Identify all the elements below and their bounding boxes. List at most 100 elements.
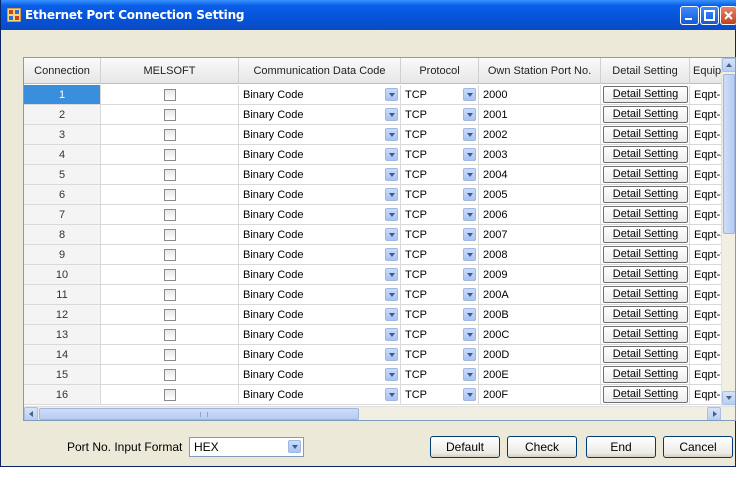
scroll-down-button[interactable] bbox=[722, 391, 735, 405]
detail-setting-button[interactable]: Detail Setting bbox=[603, 386, 688, 403]
chevron-down-icon[interactable] bbox=[288, 440, 301, 453]
data-code-select[interactable]: Binary Code bbox=[239, 165, 401, 185]
chevron-down-icon[interactable] bbox=[463, 368, 476, 381]
chevron-down-icon[interactable] bbox=[463, 108, 476, 121]
scroll-right-button[interactable] bbox=[707, 407, 721, 420]
data-code-select[interactable]: Binary Code bbox=[239, 245, 401, 265]
header-melsoft[interactable]: MELSOFT bbox=[101, 58, 239, 84]
port-number-cell[interactable]: 2009 bbox=[479, 265, 601, 285]
protocol-select[interactable]: TCP bbox=[401, 325, 479, 345]
melsoft-checkbox[interactable] bbox=[163, 349, 176, 361]
port-number-cell[interactable]: 2005 bbox=[479, 185, 601, 205]
data-code-select[interactable]: Binary Code bbox=[239, 365, 401, 385]
data-code-select[interactable]: Binary Code bbox=[239, 185, 401, 205]
chevron-down-icon[interactable] bbox=[463, 308, 476, 321]
chevron-down-icon[interactable] bbox=[385, 268, 398, 281]
check-button[interactable]: Check bbox=[507, 436, 577, 458]
horizontal-scrollbar[interactable] bbox=[24, 406, 735, 420]
chevron-down-icon[interactable] bbox=[385, 208, 398, 221]
protocol-select[interactable]: TCP bbox=[401, 285, 479, 305]
default-button[interactable]: Default bbox=[430, 436, 500, 458]
port-number-cell[interactable]: 200D bbox=[479, 345, 601, 365]
table-row[interactable]: 11 Binary Code TCP 200A Detail Setting Eqpt-1… bbox=[24, 285, 735, 305]
protocol-select[interactable]: TCP bbox=[401, 145, 479, 165]
port-number-cell[interactable]: 200A bbox=[479, 285, 601, 305]
table-row[interactable]: 10 Binary Code TCP 2009 Detail Setting Eqpt-1… bbox=[24, 265, 735, 285]
melsoft-checkbox[interactable] bbox=[163, 329, 176, 341]
detail-setting-button[interactable]: Detail Setting bbox=[603, 286, 688, 303]
table-row[interactable]: 13 Binary Code TCP 200C Detail Setting Eqpt-1… bbox=[24, 325, 735, 345]
connection-number[interactable]: 1 bbox=[24, 85, 101, 105]
port-number-cell[interactable]: 200C bbox=[479, 325, 601, 345]
detail-setting-button[interactable]: Detail Setting bbox=[603, 126, 688, 143]
connection-number[interactable]: 12 bbox=[24, 305, 101, 325]
maximize-button[interactable] bbox=[700, 6, 719, 25]
port-format-select[interactable]: HEX bbox=[189, 437, 304, 457]
port-number-cell[interactable]: 2000 bbox=[479, 85, 601, 105]
melsoft-checkbox[interactable] bbox=[163, 89, 176, 101]
table-row[interactable]: 4 Binary Code TCP 2003 Detail Setting Eqpt-4 bbox=[24, 145, 735, 165]
data-code-select[interactable]: Binary Code bbox=[239, 265, 401, 285]
table-row[interactable]: 9 Binary Code TCP 2008 Detail Setting Eqpt-9 bbox=[24, 245, 735, 265]
table-row[interactable]: 14 Binary Code TCP 200D Detail Setting Eqpt-1… bbox=[24, 345, 735, 365]
data-code-select[interactable]: Binary Code bbox=[239, 345, 401, 365]
melsoft-checkbox[interactable] bbox=[163, 129, 176, 141]
detail-setting-button[interactable]: Detail Setting bbox=[603, 326, 688, 343]
detail-setting-button[interactable]: Detail Setting bbox=[603, 246, 688, 263]
protocol-select[interactable]: TCP bbox=[401, 225, 479, 245]
detail-setting-button[interactable]: Detail Setting bbox=[603, 346, 688, 363]
chevron-down-icon[interactable] bbox=[385, 308, 398, 321]
protocol-select[interactable]: TCP bbox=[401, 125, 479, 145]
connection-number[interactable]: 6 bbox=[24, 185, 101, 205]
data-code-select[interactable]: Binary Code bbox=[239, 105, 401, 125]
chevron-down-icon[interactable] bbox=[385, 88, 398, 101]
chevron-down-icon[interactable] bbox=[463, 388, 476, 401]
chevron-down-icon[interactable] bbox=[385, 348, 398, 361]
melsoft-checkbox[interactable] bbox=[163, 229, 176, 241]
port-number-cell[interactable]: 2004 bbox=[479, 165, 601, 185]
detail-setting-button[interactable]: Detail Setting bbox=[603, 226, 688, 243]
port-number-cell[interactable]: 2002 bbox=[479, 125, 601, 145]
connection-number[interactable]: 11 bbox=[24, 285, 101, 305]
connection-number[interactable]: 14 bbox=[24, 345, 101, 365]
chevron-down-icon[interactable] bbox=[385, 148, 398, 161]
melsoft-checkbox[interactable] bbox=[163, 289, 176, 301]
protocol-select[interactable]: TCP bbox=[401, 245, 479, 265]
connection-number[interactable]: 10 bbox=[24, 265, 101, 285]
connection-number[interactable]: 3 bbox=[24, 125, 101, 145]
connection-number[interactable]: 4 bbox=[24, 145, 101, 165]
melsoft-checkbox[interactable] bbox=[163, 109, 176, 121]
chevron-down-icon[interactable] bbox=[463, 148, 476, 161]
protocol-select[interactable]: TCP bbox=[401, 365, 479, 385]
chevron-down-icon[interactable] bbox=[463, 228, 476, 241]
protocol-select[interactable]: TCP bbox=[401, 205, 479, 225]
melsoft-checkbox[interactable] bbox=[163, 169, 176, 181]
chevron-down-icon[interactable] bbox=[463, 268, 476, 281]
protocol-select[interactable]: TCP bbox=[401, 185, 479, 205]
protocol-select[interactable]: TCP bbox=[401, 105, 479, 125]
detail-setting-button[interactable]: Detail Setting bbox=[603, 86, 688, 103]
chevron-down-icon[interactable] bbox=[463, 128, 476, 141]
port-number-cell[interactable]: 200B bbox=[479, 305, 601, 325]
chevron-down-icon[interactable] bbox=[463, 188, 476, 201]
chevron-down-icon[interactable] bbox=[385, 328, 398, 341]
chevron-down-icon[interactable] bbox=[463, 328, 476, 341]
header-own-station-port[interactable]: Own Station Port No. bbox=[479, 58, 601, 84]
title-bar[interactable]: Ethernet Port Connection Setting bbox=[1, 0, 736, 30]
table-row[interactable]: 3 Binary Code TCP 2002 Detail Setting Eqpt-3 bbox=[24, 125, 735, 145]
detail-setting-button[interactable]: Detail Setting bbox=[603, 206, 688, 223]
connection-number[interactable]: 15 bbox=[24, 365, 101, 385]
melsoft-checkbox[interactable] bbox=[163, 189, 176, 201]
table-row[interactable]: 7 Binary Code TCP 2006 Detail Setting Eqpt-7 bbox=[24, 205, 735, 225]
end-button[interactable]: End bbox=[586, 436, 656, 458]
melsoft-checkbox[interactable] bbox=[163, 269, 176, 281]
protocol-select[interactable]: TCP bbox=[401, 305, 479, 325]
port-number-cell[interactable]: 2007 bbox=[479, 225, 601, 245]
chevron-down-icon[interactable] bbox=[385, 128, 398, 141]
cancel-button[interactable]: Cancel bbox=[663, 436, 733, 458]
connection-number[interactable]: 7 bbox=[24, 205, 101, 225]
table-row[interactable]: 5 Binary Code TCP 2004 Detail Setting Eqpt-5 bbox=[24, 165, 735, 185]
data-code-select[interactable]: Binary Code bbox=[239, 285, 401, 305]
data-code-select[interactable]: Binary Code bbox=[239, 145, 401, 165]
detail-setting-button[interactable]: Detail Setting bbox=[603, 306, 688, 323]
